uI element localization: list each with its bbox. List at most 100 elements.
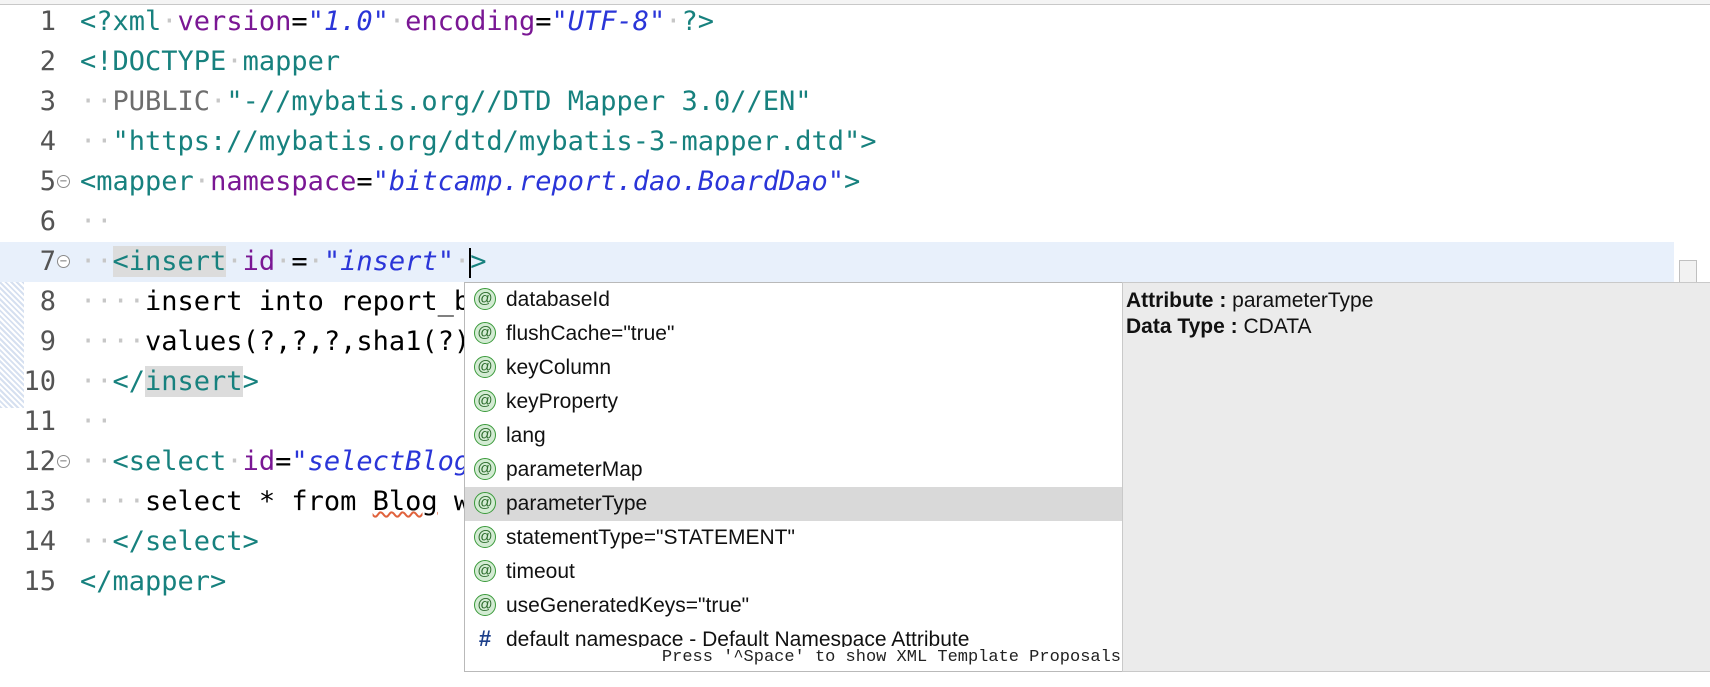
code-line: 5 − <mapper·namespace="bitcamp.report.da… xyxy=(0,162,1674,202)
proposal-label: lang xyxy=(506,424,546,447)
proposal-label: flushCache="true" xyxy=(506,322,675,345)
proposal-label: useGeneratedKeys="true" xyxy=(506,594,750,617)
code-text: <?xml·version="1.0"·encoding="UTF-8"·?> xyxy=(80,6,715,37)
attribute-icon: @ xyxy=(474,424,496,446)
line-number: 11 xyxy=(23,406,56,437)
tag-close: > xyxy=(242,366,259,397)
attr-name: version xyxy=(177,6,292,37)
info-attribute-label: Attribute : xyxy=(1126,289,1227,312)
proposal-label: timeout xyxy=(506,560,575,583)
sql-text: insert into report_b xyxy=(145,286,471,317)
proposal-label: parameterType xyxy=(506,492,648,515)
code-text: ·· xyxy=(80,206,113,237)
tag-open: < xyxy=(112,246,129,277)
proposal-item[interactable]: @ flushCache="true" xyxy=(465,317,1125,351)
line-number: 4 xyxy=(39,126,56,157)
info-datatype-label: Data Type : xyxy=(1126,315,1238,338)
line-number: 12 xyxy=(23,446,56,477)
system-id: "https://mybatis.org/dtd/mybatis-3-mappe… xyxy=(112,126,861,157)
doctype-name: mapper xyxy=(242,46,341,77)
code-text: ····insert into report_b xyxy=(80,286,471,317)
line-number: 9 xyxy=(39,326,56,357)
attribute-icon: @ xyxy=(474,492,496,514)
xml-decl-close: ?> xyxy=(681,6,715,37)
proposal-info-panel: Attribute : parameterType Data Type : CD… xyxy=(1122,282,1710,672)
attr-value: "selectBlog xyxy=(291,446,471,477)
proposal-item[interactable]: @ timeout xyxy=(465,555,1125,589)
equals: = xyxy=(291,6,308,37)
code-text: ··<insert·id·=·"insert"·> xyxy=(80,246,487,278)
line-number: 13 xyxy=(23,486,56,517)
code-text: ··</select> xyxy=(80,526,259,557)
line-number: 8 xyxy=(39,286,56,317)
code-text: ····select * from Blog w xyxy=(80,486,471,517)
collapse-icon[interactable]: − xyxy=(57,175,70,188)
line-number: 1 xyxy=(39,6,56,37)
proposal-item[interactable]: @ keyProperty xyxy=(465,385,1125,419)
proposal-label: keyProperty xyxy=(506,390,619,413)
equals: = xyxy=(291,246,308,277)
info-attribute-row: Attribute : parameterType xyxy=(1126,289,1373,313)
line-number: 5 xyxy=(39,166,56,197)
code-line: 6 ·· xyxy=(0,202,1674,242)
proposal-label: statementType="STATEMENT" xyxy=(506,526,795,549)
collapse-icon[interactable]: − xyxy=(57,455,70,468)
collapse-icon[interactable]: − xyxy=(57,255,70,268)
sql-text: select * from xyxy=(145,486,373,517)
spelling-warning[interactable]: Blog xyxy=(373,486,438,517)
code-line: 1 <?xml·version="1.0"·encoding="UTF-8"·?… xyxy=(0,2,1674,42)
attribute-icon: @ xyxy=(474,560,496,582)
proposal-label: databaseId xyxy=(506,288,610,311)
select-open-tag: <select xyxy=(112,446,227,477)
info-attribute-value: parameterType xyxy=(1232,289,1374,312)
attribute-icon: @ xyxy=(474,458,496,480)
attr-value: "UTF-8" xyxy=(551,6,666,37)
code-text: ··PUBLIC·"-//mybatis.org//DTD Mapper 3.0… xyxy=(80,86,812,117)
code-text: ··</insert> xyxy=(80,366,259,397)
public-keyword: PUBLIC xyxy=(112,86,211,117)
proposal-item[interactable]: @ parameterType xyxy=(465,487,1125,521)
code-text: ··"https://mybatis.org/dtd/mybatis-3-map… xyxy=(80,126,877,157)
insert-tag-name: insert xyxy=(128,246,227,277)
current-line: 7 − ··<insert·id·=·"insert"·> xyxy=(0,242,1674,282)
attr-value: "1.0" xyxy=(307,6,389,37)
attribute-icon: @ xyxy=(474,390,496,412)
sql-text: values(?,?,?,sha1(?) xyxy=(145,326,471,357)
equals: = xyxy=(275,446,292,477)
attr-value: "insert" xyxy=(323,246,454,277)
public-id: "-//mybatis.org//DTD Mapper 3.0//EN" xyxy=(226,86,812,117)
attr-name: id xyxy=(242,446,276,477)
proposal-item[interactable]: @ lang xyxy=(465,419,1125,453)
code-line: 4 ··"https://mybatis.org/dtd/mybatis-3-m… xyxy=(0,122,1674,162)
template-proposals-hint: Press '^Space' to show XML Template Prop… xyxy=(465,647,1121,669)
attr-name: encoding xyxy=(405,6,536,37)
line-number: 3 xyxy=(39,86,56,117)
proposal-item[interactable]: @ useGeneratedKeys="true" xyxy=(465,589,1125,623)
mapper-open-tag: <mapper xyxy=(80,166,194,197)
proposal-item[interactable]: @ databaseId xyxy=(465,283,1125,317)
doctype-tag: <!DOCTYPE xyxy=(80,46,227,77)
line-number: 14 xyxy=(23,526,56,557)
attribute-icon: @ xyxy=(474,356,496,378)
attr-name: id xyxy=(242,246,276,277)
proposal-label: parameterMap xyxy=(506,458,643,481)
attribute-icon: @ xyxy=(474,288,496,310)
line-number: 7 xyxy=(39,246,56,277)
proposal-item[interactable]: @ statementType="STATEMENT" xyxy=(465,521,1125,555)
insert-close-tag-name: insert xyxy=(145,366,243,397)
attribute-icon: @ xyxy=(474,322,496,344)
line-number: 10 xyxy=(23,366,56,397)
proposal-item[interactable]: @ parameterMap xyxy=(465,453,1125,487)
attribute-icon: @ xyxy=(474,526,496,548)
line-number: 2 xyxy=(39,46,56,77)
code-line: 3 ··PUBLIC·"-//mybatis.org//DTD Mapper 3… xyxy=(0,82,1674,122)
line-number: 15 xyxy=(23,566,56,597)
attribute-icon: @ xyxy=(474,594,496,616)
proposal-item[interactable]: @ keyColumn xyxy=(465,351,1125,385)
code-text: ····values(?,?,?,sha1(?) xyxy=(80,326,471,357)
content-assist-popup[interactable]: @ databaseId @ flushCache="true" @ keyColumn @… xyxy=(464,282,1126,672)
line-number: 6 xyxy=(39,206,56,237)
attr-name: namespace xyxy=(210,166,357,197)
tag-close: > xyxy=(470,246,487,277)
attr-value: "bitcamp.report.dao.BoardDao" xyxy=(372,166,845,197)
